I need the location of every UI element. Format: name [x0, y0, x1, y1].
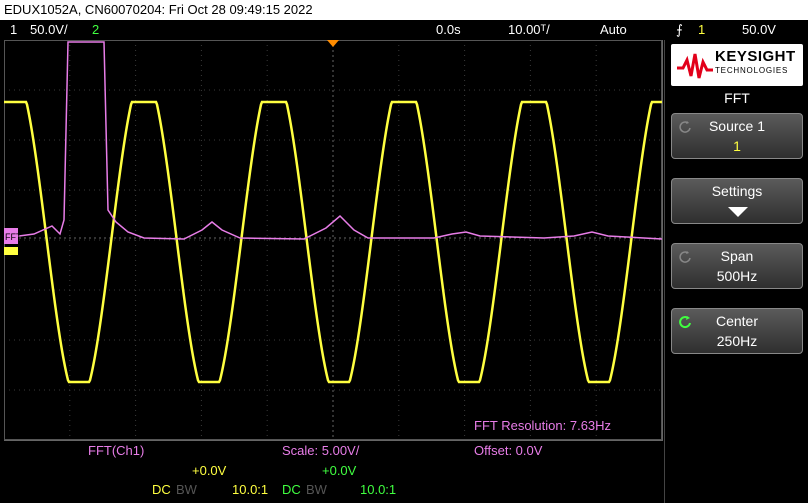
status-bar: 1 50.0V/ 2 0.0s 10.00ᵀ/ Auto ⨍ 1 50.0V [0, 20, 808, 40]
ch1-scale[interactable]: 50.0V/ [30, 20, 68, 40]
softkey-panel: KEYSIGHT TECHNOLOGIES FFT Source 1 1 Set… [664, 40, 808, 503]
settings-softkey[interactable]: Settings [671, 178, 803, 224]
source-value: 1 [733, 138, 741, 154]
trigger-mode[interactable]: Auto [600, 20, 627, 40]
time-delay[interactable]: 0.0s [436, 20, 461, 40]
brand-sub: TECHNOLOGIES [715, 66, 789, 75]
fft-marker-label: FFT [5, 232, 22, 242]
fft-resolution: FFT Resolution: 7.63Hz [474, 418, 612, 433]
channel-info-bar: +0.0V DC BW 10.0:1 +0.0V DC BW 10.0:1 [4, 461, 662, 503]
span-softkey[interactable]: Span 500Hz [671, 243, 803, 289]
center-value: 250Hz [716, 333, 758, 349]
span-value: 500Hz [716, 268, 758, 284]
menu-title: FFT [724, 90, 750, 106]
waveform-display[interactable]: FFT FFT Resolution: 7.63Hz [4, 40, 663, 441]
trigger-position-marker [327, 40, 339, 47]
ch2-offset[interactable]: +0.0V [322, 463, 356, 478]
ch1-offset[interactable]: +0.0V [192, 463, 226, 478]
ch2-bw-limit[interactable]: BW [306, 482, 327, 497]
fft-offset: Offset: 0.0V [474, 443, 543, 458]
ch1-coupling[interactable]: DC [152, 482, 171, 497]
ch1-indicator[interactable]: 1 [10, 20, 17, 40]
arrow-down-icon [728, 207, 748, 217]
center-label: Center [715, 313, 759, 329]
fft-info-bar: FFT(Ch1) Scale: 5.00V/ Offset: 0.0V [4, 441, 662, 461]
settings-label: Settings [711, 183, 763, 199]
trigger-source[interactable]: 1 [698, 20, 705, 40]
ch2-probe[interactable]: 10.0:1 [360, 482, 396, 497]
brand-name: KEYSIGHT [715, 48, 796, 65]
ch1-ground-marker [4, 247, 18, 255]
center-softkey[interactable]: Center 250Hz [671, 308, 803, 354]
time-scale[interactable]: 10.00ᵀ/ [508, 20, 550, 40]
span-label: Span [720, 248, 754, 264]
source-label: Source 1 [708, 118, 766, 134]
fft-scale: Scale: 5.00V/ [282, 443, 360, 458]
ch2-indicator[interactable]: 2 [92, 20, 99, 40]
source-softkey[interactable]: Source 1 1 [671, 113, 803, 159]
ch2-coupling[interactable]: DC [282, 482, 301, 497]
keysight-wave-icon [677, 53, 713, 79]
rising-edge-icon: ⨍ [676, 22, 683, 37]
trigger-level[interactable]: 50.0V [742, 20, 776, 40]
scope-graticule: FFT [4, 40, 662, 440]
ch1-probe[interactable]: 10.0:1 [232, 482, 268, 497]
keysight-logo: KEYSIGHT TECHNOLOGIES [671, 44, 803, 86]
window-title-bar: EDUX1052A, CN60070204: Fri Oct 28 09:49:… [0, 0, 808, 20]
fft-source: FFT(Ch1) [88, 443, 145, 458]
ch1-bw-limit[interactable]: BW [176, 482, 197, 497]
